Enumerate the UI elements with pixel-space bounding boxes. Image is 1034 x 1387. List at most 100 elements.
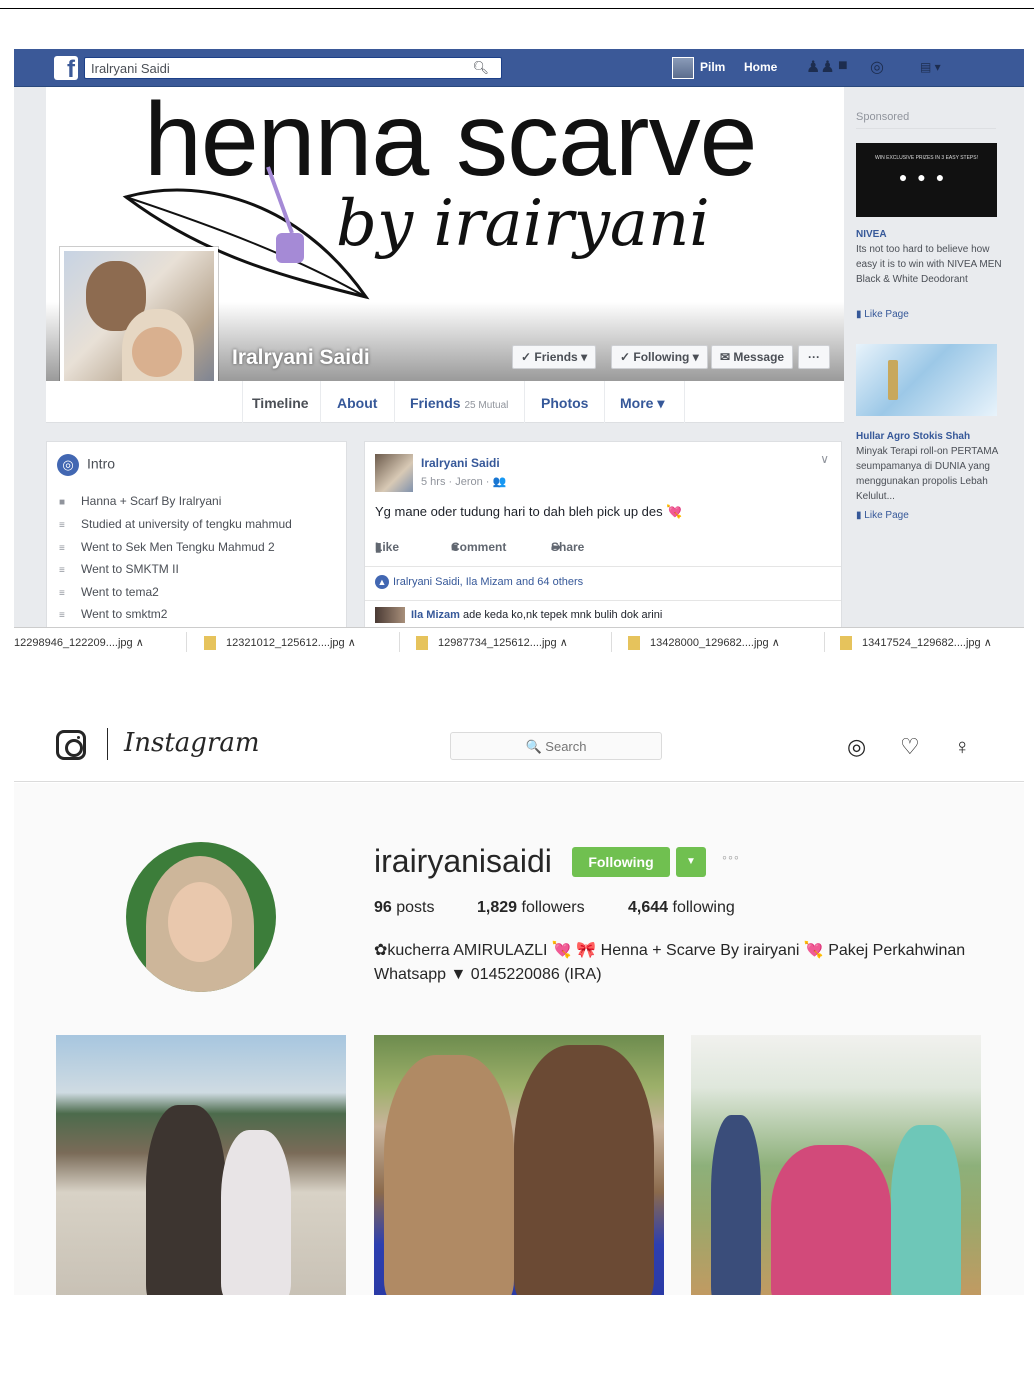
following-count[interactable]: 4,644 following [628, 899, 735, 917]
facebook-logo-icon[interactable]: f [54, 56, 78, 80]
post-author-avatar[interactable] [375, 454, 413, 492]
settings-dropdown-icon[interactable]: ▤ ▾ [920, 60, 941, 74]
instagram-header: Instagram ◎ ♡ ♀ [14, 712, 1024, 782]
tab-friends[interactable]: Friends 25 Mutual [410, 395, 508, 411]
chevron-down-icon[interactable]: ∨ [820, 452, 829, 466]
tab-more[interactable]: More ▾ [620, 395, 664, 412]
nav-profile-link[interactable]: Pilm [700, 60, 725, 74]
graduation-cap-icon: ≡ [59, 520, 65, 531]
profile-name[interactable]: Iralryani Saidi [232, 346, 370, 370]
explore-compass-icon[interactable]: ◎ [847, 734, 866, 760]
tab-timeline[interactable]: Timeline [252, 395, 309, 411]
tab-about[interactable]: About [337, 395, 377, 411]
download-filename: 12987734_125612....jpg [438, 637, 557, 649]
like-page-button[interactable]: ▮ Like Page [856, 309, 909, 320]
comment-author[interactable]: Ila Mizam [411, 609, 460, 621]
download-filename: 12321012_125612....jpg [226, 637, 345, 649]
comment-text: ade keda ko,nk tepek mnk bulih dok arini [462, 608, 663, 621]
commenter-avatar[interactable] [375, 607, 405, 623]
ad-text-nivea: Its not too hard to believe how easy it … [856, 244, 1002, 285]
following-label: following [672, 899, 735, 916]
download-filename: 13417524_129682....jpg [862, 637, 981, 649]
followers-label: followers [521, 899, 585, 916]
facebook-top-bar: f 🔍︎ Pilm Home ♟♟ ■ ◎ ▤ ▾ [14, 49, 1024, 87]
instagram-search-box[interactable] [450, 732, 662, 760]
nav-home-link[interactable]: Home [744, 60, 777, 74]
more-options-icon[interactable]: ◦◦◦ [722, 849, 740, 865]
profile-person-icon[interactable]: ♀ [954, 734, 971, 760]
top-rule [0, 8, 1034, 9]
search-icon[interactable]: 🔍︎ [472, 60, 489, 76]
following-button[interactable]: Following [572, 847, 670, 877]
post-comment: Ila Mizam ade keda ko,nk tepek mnk bulih… [365, 600, 841, 623]
friends-button[interactable]: ✓ Friends ▾ [512, 345, 597, 369]
like-label: Like [375, 540, 400, 554]
instagram-wordmark[interactable]: Instagram [124, 728, 260, 758]
ad-brand-agro[interactable]: Hullar Agro Stokis Shah [856, 431, 970, 442]
intro-item-school[interactable]: ≡ Went to smktm2 [59, 607, 167, 621]
intro-item-school[interactable]: ≡ Went to SMKTM II [59, 562, 179, 576]
download-item[interactable]: 12298946_122209....jpg ∧ [14, 636, 144, 649]
like-page-button[interactable]: ▮ Like Page [856, 510, 909, 521]
post-author[interactable]: Iralryani Saidi [421, 456, 500, 470]
profile-tabs: Timeline About Friends 25 Mutual Photos … [46, 381, 844, 423]
download-item[interactable]: 13428000_129682....jpg ∧ [628, 636, 780, 651]
sponsored-column: Sponsored WIN EXCLUSIVE PRIZES IN 3 EASY… [848, 99, 1024, 655]
graduation-cap-icon: ≡ [59, 565, 65, 576]
notifications-globe-icon[interactable]: ◎ [870, 57, 884, 77]
post-likes-summary[interactable]: ▲ Iralryani Saidi, Ila Mizam and 64 other… [365, 566, 841, 589]
posts-value: 96 [374, 899, 392, 916]
header-divider [107, 728, 108, 760]
intro-item-school[interactable]: ≡ Went to Sek Men Tengku Mahmud 2 [59, 540, 275, 554]
ad-text-agro: Minyak Terapi roll-on PERTAMA seumpamany… [856, 446, 998, 502]
intro-item-text: Studied at university of tengku mahmud [81, 517, 292, 531]
facebook-search-box[interactable]: 🔍︎ [84, 57, 502, 79]
post-thumbnail[interactable] [374, 1035, 664, 1295]
followers-value: 1,829 [477, 899, 518, 916]
graduation-cap-icon: ≡ [59, 610, 65, 621]
heart-icon[interactable]: ♡ [900, 734, 920, 760]
post-thumbnail[interactable] [56, 1035, 346, 1295]
intro-item-text: Hanna + Scarf By Iralryani [81, 494, 222, 508]
timeline-post: Iralryani Saidi 5 hrs · Jeron · 👥 ∨ Yg m… [364, 441, 842, 655]
following-value: 4,644 [628, 899, 669, 916]
instagram-camera-icon[interactable] [56, 730, 86, 760]
user-avatar[interactable] [672, 57, 694, 79]
instagram-avatar[interactable] [126, 842, 276, 992]
intro-item-education[interactable]: ≡ Studied at university of tengku mahmud [59, 517, 292, 531]
bio-line-2: Whatsapp ▼ 0145220086 (IRA) [374, 966, 602, 983]
like-icon: ▲ [375, 575, 389, 589]
likes-text: Iralryani Saidi, Ila Mizam and 64 others [393, 576, 584, 588]
briefcase-icon: ■ [59, 497, 66, 508]
nivea-ad-image[interactable]: WIN EXCLUSIVE PRIZES IN 3 EASY STEPS! ●●● [856, 143, 997, 217]
sponsored-heading: Sponsored [856, 111, 996, 129]
tab-photos[interactable]: Photos [541, 395, 588, 411]
follow-dropdown-icon[interactable]: ▼ [676, 847, 706, 877]
mutual-count: 25 Mutual [464, 400, 509, 411]
agro-ad-image[interactable] [856, 344, 997, 416]
following-button[interactable]: ✓ Following ▾ [611, 345, 708, 369]
intro-item-text: Went to Sek Men Tengku Mahmud 2 [81, 540, 275, 554]
message-button[interactable]: ✉ Message [711, 345, 794, 369]
instagram-profile: irairyanisaidi Following ▼ ◦◦◦ 96 posts … [14, 783, 1024, 1295]
intro-item-school[interactable]: ≡ Went to tema2 [59, 585, 159, 599]
download-filename: 12298946_122209....jpg [14, 637, 133, 649]
download-item[interactable]: 12321012_125612....jpg ∧ [204, 636, 356, 651]
intro-item-text: Went to tema2 [81, 585, 159, 599]
post-thumbnail[interactable] [691, 1035, 981, 1295]
facebook-search-input[interactable] [85, 58, 465, 78]
download-item[interactable]: 12987734_125612....jpg ∧ [416, 636, 568, 651]
ad-brand-nivea[interactable]: NIVEA [856, 229, 887, 240]
friend-requests-icon[interactable]: ♟♟ [806, 57, 835, 77]
intro-item-text: Went to smktm2 [81, 607, 168, 621]
more-options-button[interactable]: ··· [798, 345, 830, 369]
ad-image-text: WIN EXCLUSIVE PRIZES IN 3 EASY STEPS! [875, 155, 978, 161]
comment-label: Comment [451, 540, 507, 554]
post-timestamp[interactable]: 5 hrs · Jeron · 👥 [421, 475, 506, 488]
instagram-search-input[interactable] [451, 733, 661, 759]
download-item[interactable]: 13417524_129682....jpg ∧ [840, 636, 992, 651]
followers-count[interactable]: 1,829 followers [477, 899, 585, 917]
intro-item-work[interactable]: ■ Hanna + Scarf By Iralryani [59, 494, 221, 508]
instagram-bio: ✿kucherra AMIRULAZLI 💘 🎀 Henna + Scarve … [374, 939, 984, 987]
messages-icon[interactable]: ■ [838, 57, 848, 75]
